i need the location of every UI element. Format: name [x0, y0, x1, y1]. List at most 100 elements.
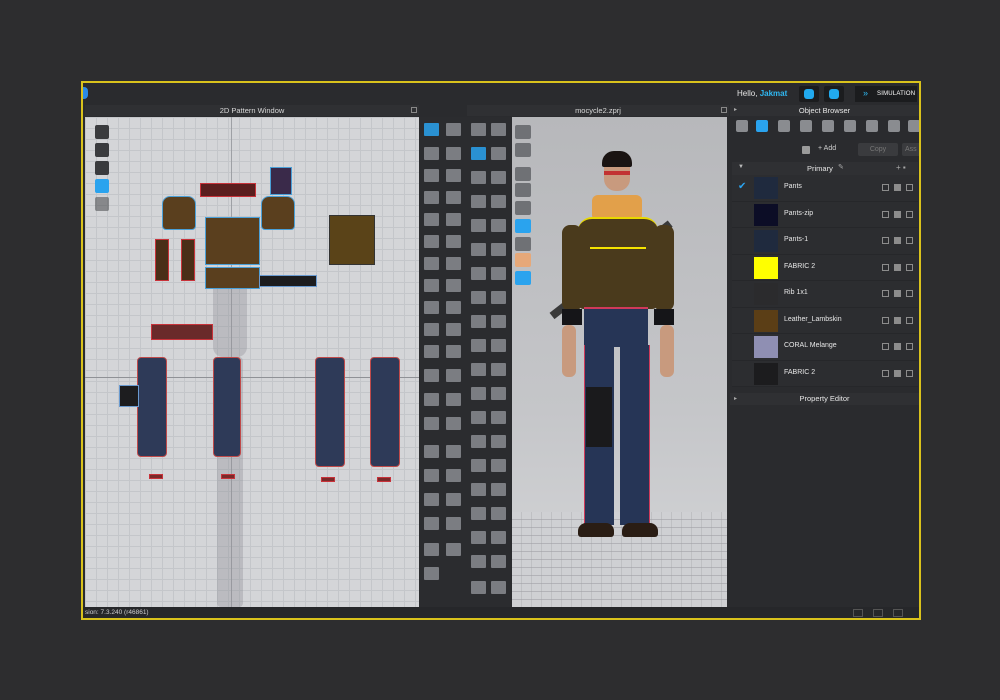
info-icon[interactable]	[95, 161, 109, 175]
delete-icon[interactable]	[906, 290, 913, 297]
tool-icon[interactable]	[424, 213, 439, 226]
layer-icon[interactable]	[95, 197, 109, 211]
delete-icon[interactable]	[906, 343, 913, 350]
tool-icon[interactable]	[491, 219, 506, 232]
copy-icon[interactable]	[894, 237, 901, 244]
tool-icon[interactable]	[471, 483, 486, 496]
list-view-icon[interactable]	[736, 120, 748, 132]
tool-icon[interactable]	[424, 279, 439, 292]
fabric-row[interactable]: Rib 1x1	[732, 281, 918, 308]
pattern-piece-jacket-front-right[interactable]	[261, 196, 295, 230]
zipper-tab-icon[interactable]	[844, 120, 856, 132]
tool-icon[interactable]	[424, 169, 439, 182]
fabric-row[interactable]: Pants-zip	[732, 201, 918, 228]
edit-pencil-icon[interactable]: ✎	[838, 163, 844, 171]
fabric-row[interactable]: CORAL Melange	[732, 334, 918, 361]
add-icon[interactable]	[882, 369, 889, 377]
tool-icon[interactable]	[424, 567, 439, 580]
copy-icon[interactable]	[894, 184, 901, 191]
tool-icon[interactable]	[446, 235, 461, 248]
tool-icon[interactable]	[446, 301, 461, 314]
tool-icon[interactable]	[446, 213, 461, 226]
tool-icon[interactable]	[471, 581, 486, 594]
copy-icon[interactable]	[894, 290, 901, 297]
add-icon[interactable]	[882, 263, 889, 271]
tool-icon[interactable]	[446, 279, 461, 292]
add-icon[interactable]	[882, 184, 889, 191]
tool-icon[interactable]	[491, 581, 506, 594]
tool-icon[interactable]	[491, 507, 506, 520]
tool-icon[interactable]	[471, 435, 486, 448]
pattern-piece-jacket-back[interactable]	[205, 217, 260, 265]
tool-icon[interactable]	[446, 123, 461, 136]
status-icon[interactable]	[853, 609, 863, 617]
copy-icon[interactable]	[894, 343, 901, 350]
assign-button[interactable]: Ass	[902, 143, 919, 156]
popout-icon[interactable]	[411, 107, 417, 113]
tool-icon[interactable]	[491, 171, 506, 184]
tool-icon[interactable]	[491, 387, 506, 400]
tool-icon[interactable]	[491, 483, 506, 496]
tool-icon[interactable]	[471, 531, 486, 544]
delete-icon[interactable]	[906, 369, 913, 377]
tool-icon[interactable]	[491, 195, 506, 208]
trim-tab-icon[interactable]	[866, 120, 878, 132]
tool-icon[interactable]	[424, 445, 439, 458]
tool-icon[interactable]	[471, 171, 486, 184]
tool-icon[interactable]	[446, 517, 461, 530]
delete-icon[interactable]	[906, 237, 913, 244]
tool-icon[interactable]	[446, 323, 461, 336]
tool-icon[interactable]	[471, 219, 486, 232]
tool-icon[interactable]	[446, 445, 461, 458]
expand-triangle-icon[interactable]: ▼	[738, 164, 744, 170]
fabric-swatch[interactable]	[754, 336, 778, 358]
pattern-piece-knee-patch[interactable]	[119, 385, 139, 407]
add-icon[interactable]	[882, 316, 889, 324]
popout-icon[interactable]	[721, 107, 727, 113]
status-icon[interactable]	[873, 609, 883, 617]
tool-icon[interactable]	[424, 417, 439, 430]
pattern-piece-loop-3[interactable]	[321, 477, 335, 482]
pattern-piece-collar[interactable]	[200, 183, 256, 197]
avatar-view-icon[interactable]	[95, 143, 109, 157]
tool-icon[interactable]	[424, 191, 439, 204]
pattern-piece-pants-front-right[interactable]	[213, 357, 241, 457]
tool-icon[interactable]	[424, 369, 439, 382]
connect-button[interactable]	[824, 86, 844, 102]
tool-icon[interactable]	[471, 243, 486, 256]
add-icon[interactable]	[882, 237, 889, 244]
globe-icon[interactable]	[515, 271, 531, 285]
fabric-row[interactable]: FABRIC 2	[732, 360, 918, 387]
fabric-swatch[interactable]	[754, 203, 778, 226]
collapse-arrow-icon[interactable]: ▸	[734, 393, 737, 405]
tool-icon[interactable]	[446, 169, 461, 182]
tool-icon[interactable]	[491, 435, 506, 448]
tool-icon[interactable]	[471, 123, 486, 136]
topstitch-tab-icon[interactable]	[822, 120, 834, 132]
tool-icon[interactable]	[446, 469, 461, 482]
tool-icon[interactable]	[424, 469, 439, 482]
tool-icon[interactable]	[471, 411, 486, 424]
tool-icon[interactable]	[446, 191, 461, 204]
tool-icon[interactable]	[424, 493, 439, 506]
pattern-piece-loop-2[interactable]	[221, 474, 235, 479]
tool-icon[interactable]	[515, 143, 531, 157]
tool-icon[interactable]	[491, 531, 506, 544]
delete-icon[interactable]	[906, 263, 913, 271]
fabric-row[interactable]: FABRIC 2	[732, 254, 918, 281]
status-icon[interactable]	[893, 609, 903, 617]
shopping-bag-icon[interactable]	[802, 146, 810, 154]
add-icon[interactable]	[882, 343, 889, 350]
simulation-mode-button[interactable]: » SIMULATION	[855, 86, 917, 102]
add-button[interactable]: + Add	[818, 145, 836, 152]
fabric-row[interactable]: Leather_Lambskin	[732, 307, 918, 334]
add-icon[interactable]	[882, 290, 889, 297]
tool-icon[interactable]	[424, 147, 439, 160]
tool-icon[interactable]	[424, 543, 439, 556]
fabric-swatch[interactable]	[754, 256, 778, 279]
tool-icon[interactable]	[491, 339, 506, 352]
display-mode-icon[interactable]	[515, 125, 531, 139]
group-header-primary[interactable]: ▼ Primary ✎ + ▪	[732, 162, 918, 175]
add-icon[interactable]	[882, 210, 889, 218]
tool-icon[interactable]	[491, 555, 506, 568]
